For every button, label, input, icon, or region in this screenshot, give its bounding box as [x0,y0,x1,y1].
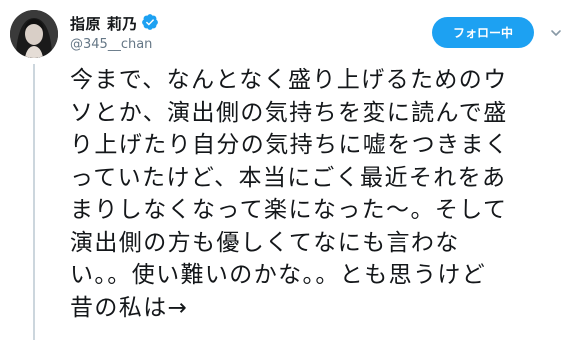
profile-photo-icon [10,10,58,58]
display-name[interactable]: 指原 莉乃 [70,13,138,34]
tweet-text-line: 今まで、なんとなく盛り上げるためのウ [70,67,508,93]
tweet-text-line: い。。使い難いのかな。。とも思うけど [70,262,487,288]
thread-connector-line [33,64,35,340]
tweet-text-line: り上げたり自分の気持ちに嘘をつきまく [70,132,510,158]
chevron-down-icon[interactable] [550,27,562,39]
tweet-text-line: っていたけど、本当にごく最近それをあ [70,164,507,191]
tweet-text-line: 演出側の方も優しくてなにも言わな [70,229,460,256]
user-handle[interactable]: @345__chan [70,37,152,52]
following-button[interactable]: フォロー中 [432,17,534,48]
verified-badge-icon [142,14,158,30]
tweet-text-line: 昔の私は→ [70,294,189,321]
tweet-card: 指原 莉乃 @345__chan フォロー中 今まで、なんとなく盛り上げるための… [0,0,564,340]
avatar[interactable] [10,10,58,58]
tweet-text-line: まりしなくなって楽になった〜。そして [70,197,508,223]
tweet-text: 今まで、なんとなく盛り上げるためのウ ソとか、演出側の気持ちを変に読んで盛 り上… [70,64,556,324]
tweet-text-line: ソとか、演出側の気持ちを変に読んで盛 [70,99,508,126]
